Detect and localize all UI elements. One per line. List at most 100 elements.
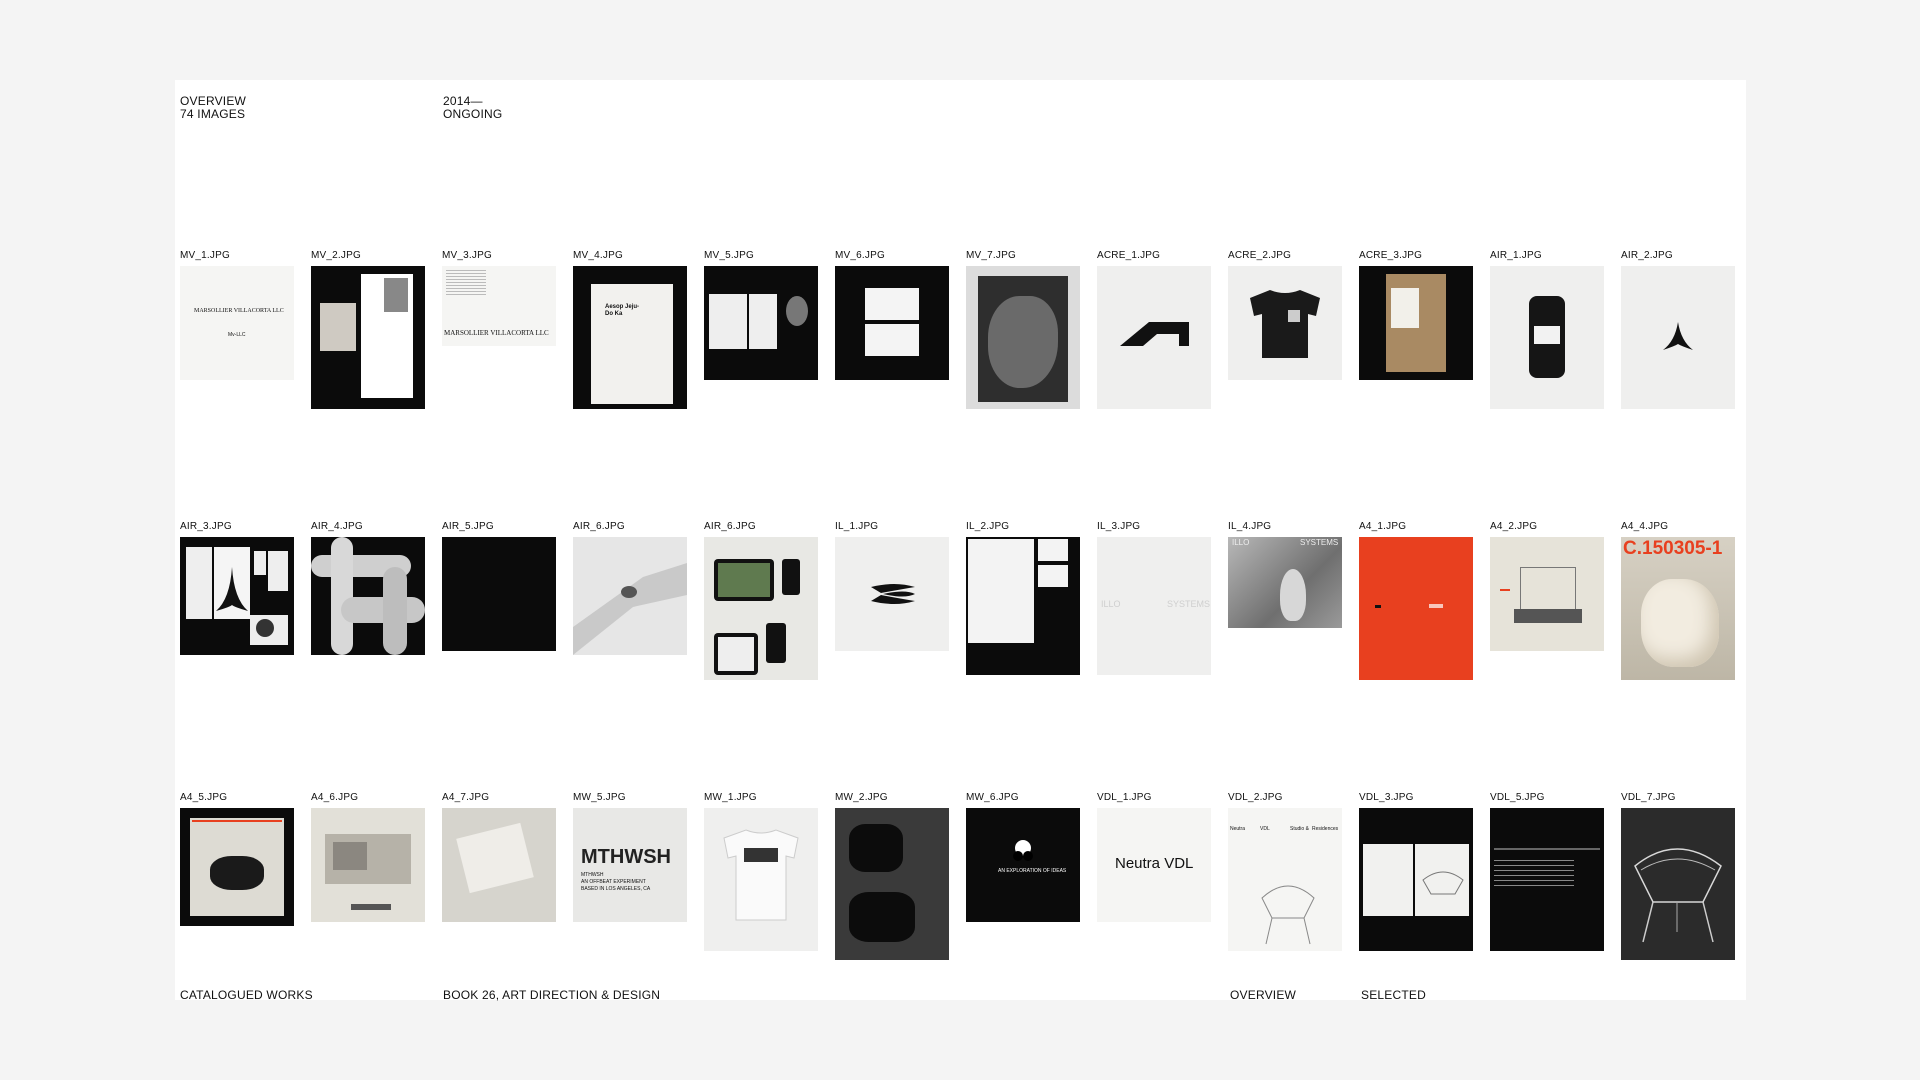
image-filename: AIR_3.JPG: [180, 521, 232, 532]
grid-item[interactable]: VDL_1.JPG Neutra VDL: [1097, 792, 1211, 922]
image-thumbnail[interactable]: Neutra VDL Studio & Residences: [1228, 808, 1342, 951]
image-thumbnail[interactable]: [1359, 808, 1473, 951]
image-thumbnail[interactable]: [311, 266, 425, 409]
grid-item[interactable]: AIR_5.JPG: [442, 521, 556, 651]
grid-item[interactable]: AIR_4.JPG: [311, 521, 425, 655]
image-thumbnail[interactable]: [442, 808, 556, 922]
image-filename: AIR_5.JPG: [442, 521, 494, 532]
image-thumbnail[interactable]: [1490, 537, 1604, 651]
grid-item[interactable]: MV_4.JPG Aesop Jeju-Do Ka: [573, 250, 687, 409]
image-thumbnail[interactable]: [835, 266, 949, 380]
image-filename: MV_4.JPG: [573, 250, 623, 261]
image-thumbnail[interactable]: [704, 808, 818, 951]
grid-item[interactable]: MW_2.JPG: [835, 792, 949, 960]
image-thumbnail[interactable]: ILLO SYSTEMS: [1097, 537, 1211, 675]
image-thumbnail[interactable]: [835, 808, 949, 960]
image-thumbnail[interactable]: [311, 537, 425, 655]
grid-item[interactable]: IL_2.JPG: [966, 521, 1080, 675]
image-thumbnail[interactable]: [1621, 266, 1735, 409]
footer-selected-link[interactable]: SELECTED: [1361, 989, 1426, 1002]
image-thumbnail[interactable]: [1490, 808, 1604, 951]
footer-catalogued-works: CATALOGUED WORKS: [180, 988, 313, 1002]
image-thumbnail[interactable]: [1097, 266, 1211, 409]
image-thumbnail[interactable]: [442, 537, 556, 651]
overview-header: OVERVIEW 74 IMAGES: [180, 95, 246, 121]
image-thumbnail[interactable]: [180, 537, 294, 655]
grid-item[interactable]: IL_4.JPG ILLO SYSTEMS: [1228, 521, 1342, 628]
image-thumbnail[interactable]: Neutra VDL: [1097, 808, 1211, 922]
grid-item[interactable]: A4_5.JPG: [180, 792, 294, 926]
grid-item[interactable]: IL_1.JPG: [835, 521, 949, 651]
image-thumbnail[interactable]: ILLO SYSTEMS: [1228, 537, 1342, 628]
image-thumbnail[interactable]: [1228, 266, 1342, 380]
grid-item[interactable]: MW_1.JPG: [704, 792, 818, 951]
image-thumbnail[interactable]: [1359, 266, 1473, 380]
grid-item[interactable]: MW_6.JPG AN EXPLORATION OF IDEAS: [966, 792, 1080, 922]
footer-overview-link[interactable]: OVERVIEW: [1230, 989, 1296, 1002]
years-header: 2014— ONGOING: [443, 95, 502, 121]
image-thumbnail[interactable]: [1621, 808, 1735, 960]
grid-item[interactable]: AIR_2.JPG: [1621, 250, 1735, 409]
image-filename: AIR_6.JPG: [573, 521, 625, 532]
grid-item[interactable]: MV_2.JPG: [311, 250, 425, 409]
image-filename: A4_4.JPG: [1621, 521, 1669, 532]
image-thumbnail[interactable]: [704, 266, 818, 380]
grid-item[interactable]: A4_7.JPG: [442, 792, 556, 922]
grid-item[interactable]: AIR_3.JPG: [180, 521, 294, 655]
image-thumbnail[interactable]: [704, 537, 818, 680]
grid-item[interactable]: A4_6.JPG: [311, 792, 425, 922]
image-filename: A4_5.JPG: [180, 792, 228, 803]
image-thumbnail[interactable]: C.150305-1: [1621, 537, 1735, 680]
image-filename: MV_7.JPG: [966, 250, 1016, 261]
grid-item[interactable]: MW_5.JPG MTHWSH MTHWSH AN OFFBEAT EXPERI…: [573, 792, 687, 922]
grid-item[interactable]: VDL_5.JPG: [1490, 792, 1604, 951]
grid-item[interactable]: AIR_1.JPG: [1490, 250, 1604, 409]
image-thumbnail[interactable]: [1490, 266, 1604, 409]
image-thumbnail[interactable]: [966, 537, 1080, 675]
grid-item[interactable]: VDL_3.JPG: [1359, 792, 1473, 951]
catalogue-page: OVERVIEW 74 IMAGES 2014— ONGOING MV_1.JP…: [175, 80, 1746, 1002]
image-filename: AIR_2.JPG: [1621, 250, 1673, 261]
years-status: ONGOING: [443, 107, 503, 121]
image-thumbnail[interactable]: AN EXPLORATION OF IDEAS: [966, 808, 1080, 922]
image-filename: IL_3.JPG: [1097, 521, 1141, 532]
image-thumbnail[interactable]: [1359, 537, 1473, 680]
image-filename: MW_5.JPG: [573, 792, 626, 803]
image-thumbnail[interactable]: MARSOLLIER VILLACORTA LLC Mv-LLC: [180, 266, 294, 380]
image-filename: ACRE_1.JPG: [1097, 250, 1161, 261]
grid-item[interactable]: A4_1.JPG: [1359, 521, 1473, 680]
grid-item[interactable]: MV_7.JPG: [966, 250, 1080, 409]
image-thumbnail[interactable]: [180, 808, 294, 926]
grid-item[interactable]: ACRE_2.JPG: [1228, 250, 1342, 380]
image-filename: A4_6.JPG: [311, 792, 359, 803]
image-filename: AIR_6.JPG: [704, 521, 756, 532]
image-thumbnail[interactable]: [835, 537, 949, 651]
image-thumbnail[interactable]: MTHWSH MTHWSH AN OFFBEAT EXPERIMENT BASE…: [573, 808, 687, 922]
image-filename: ACRE_3.JPG: [1359, 250, 1423, 261]
grid-item[interactable]: VDL_7.JPG: [1621, 792, 1735, 960]
grid-item[interactable]: MV_1.JPG MARSOLLIER VILLACORTA LLC Mv-LL…: [180, 250, 294, 380]
grid-item[interactable]: VDL_2.JPG Neutra VDL Studio & Residences: [1228, 792, 1342, 951]
grid-item[interactable]: MV_3.JPG MARSOLLIER VILLACORTA LLC: [442, 250, 556, 346]
grid-item[interactable]: IL_3.JPG ILLO SYSTEMS: [1097, 521, 1211, 675]
grid-item[interactable]: ACRE_3.JPG: [1359, 250, 1473, 380]
image-thumbnail[interactable]: [573, 537, 687, 655]
grid-item[interactable]: MV_6.JPG: [835, 250, 949, 380]
grid-item[interactable]: AIR_6.JPG: [573, 521, 687, 655]
image-count: 74 IMAGES: [180, 107, 246, 121]
image-filename: VDL_1.JPG: [1097, 792, 1152, 803]
image-filename: VDL_7.JPG: [1621, 792, 1676, 803]
image-filename: IL_1.JPG: [835, 521, 879, 532]
grid-item[interactable]: A4_4.JPG C.150305-1: [1621, 521, 1735, 680]
grid-item[interactable]: ACRE_1.JPG: [1097, 250, 1211, 409]
image-filename: MW_2.JPG: [835, 792, 888, 803]
grid-item[interactable]: A4_2.JPG: [1490, 521, 1604, 651]
image-thumbnail[interactable]: MARSOLLIER VILLACORTA LLC: [442, 266, 556, 346]
image-thumbnail[interactable]: Aesop Jeju-Do Ka: [573, 266, 687, 409]
image-filename: VDL_3.JPG: [1359, 792, 1414, 803]
grid-item[interactable]: MV_5.JPG: [704, 250, 818, 380]
image-thumbnail[interactable]: [311, 808, 425, 922]
image-thumbnail[interactable]: [966, 266, 1080, 409]
image-filename: A4_1.JPG: [1359, 521, 1407, 532]
grid-item[interactable]: AIR_6.JPG: [704, 521, 818, 680]
